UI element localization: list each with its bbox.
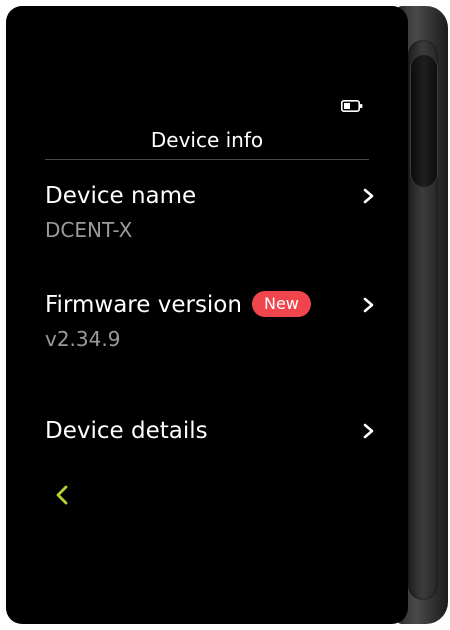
page-title: Device info [150,128,264,152]
menu-item-value: v2.34.9 [45,327,121,351]
device-side-button[interactable] [411,55,437,187]
battery-low-icon [341,100,363,112]
chevron-right-icon [363,423,374,439]
device-screen: Device info Device name DCENT-X Firmware… [6,6,408,624]
menu-item-label: Device name [45,183,197,209]
menu-item-device-details[interactable]: Device details [45,415,375,447]
chevron-left-icon[interactable] [54,484,70,506]
new-badge: New [251,291,311,317]
menu-item-device-name[interactable]: Device name DCENT-X [45,180,375,244]
menu-item-label: Device details [45,418,208,444]
hardware-wallet-device: Device info Device name DCENT-X Firmware… [0,0,450,630]
title-divider [45,159,369,160]
menu-item-firmware-version[interactable]: Firmware version New v2.34.9 [45,289,375,353]
chevron-right-icon [363,188,374,204]
chevron-right-icon [363,297,374,313]
menu-item-label: Firmware version [45,292,242,318]
menu-item-value: DCENT-X [45,218,133,242]
